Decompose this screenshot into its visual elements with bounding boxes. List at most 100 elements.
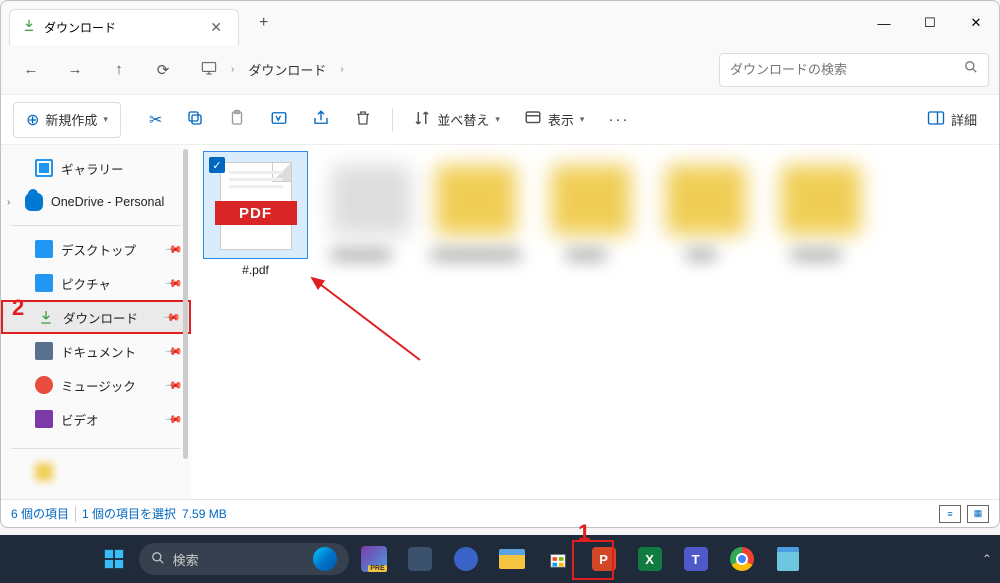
minimize-button[interactable]: — (861, 7, 907, 39)
sidebar-item-downloads[interactable]: ダウンロード 📌 (1, 300, 191, 334)
titlebar: ダウンロード ✕ + — ☐ ✕ (1, 1, 999, 45)
view-details-toggle[interactable]: ≡ (939, 505, 961, 523)
status-size: 7.59 MB (182, 507, 227, 521)
sidebar-item-onedrive[interactable]: › OneDrive - Personal (1, 185, 191, 219)
pin-icon: 📌 (165, 240, 184, 259)
annotation-number-1: 1 (578, 520, 590, 546)
plus-icon: ⊕ (26, 110, 39, 130)
chevron-down-icon: ▾ (580, 114, 585, 125)
new-label: 新規作成 (45, 110, 97, 129)
taskbar-app-2[interactable] (399, 539, 441, 579)
taskbar-notepad[interactable] (767, 539, 809, 579)
copy-button[interactable] (176, 102, 214, 138)
taskbar-chrome[interactable] (721, 539, 763, 579)
sidebar: ギャラリー › OneDrive - Personal デスクトップ 📌 ピクチ… (1, 145, 191, 499)
taskbar-store[interactable] (537, 539, 579, 579)
tab-title: ダウンロード (44, 19, 198, 36)
sidebar-item-label: ミュージック (61, 376, 136, 395)
documents-icon (35, 342, 53, 360)
music-icon (35, 376, 53, 394)
sidebar-item-video[interactable]: ビデオ 📌 (1, 402, 191, 436)
annotation-arrow (300, 270, 430, 370)
more-button[interactable]: ··· (598, 102, 639, 138)
details-pane-button[interactable]: 詳細 (917, 102, 987, 138)
pin-icon: 📌 (165, 342, 184, 361)
toolbar: ⊕ 新規作成 ▾ ✂ 並べ替え ▾ 表示 ▾ ··· 詳細 (1, 95, 999, 145)
start-button[interactable] (93, 539, 135, 579)
taskbar-excel[interactable]: X (629, 539, 671, 579)
up-button[interactable]: ↑ (99, 54, 139, 86)
download-icon (22, 18, 36, 37)
maximize-button[interactable]: ☐ (907, 7, 953, 39)
desktop-icon (35, 240, 53, 258)
tab-close-button[interactable]: ✕ (206, 15, 226, 40)
cloud-icon (25, 193, 43, 211)
file-checkbox[interactable]: ✓ (209, 157, 225, 173)
taskbar-teams[interactable]: T (675, 539, 717, 579)
paste-button[interactable] (218, 102, 256, 138)
search-icon (151, 551, 165, 568)
taskbar-search[interactable]: 検索 (139, 543, 349, 575)
sidebar-item-desktop[interactable]: デスクトップ 📌 (1, 232, 191, 266)
pin-icon: 📌 (163, 308, 182, 327)
refresh-button[interactable]: ⟳ (143, 54, 183, 86)
view-thumbs-toggle[interactable]: ▦ (967, 505, 989, 523)
gallery-icon (35, 159, 53, 177)
search-icon (964, 60, 978, 79)
sort-label: 並べ替え (437, 110, 489, 129)
sidebar-item-pictures[interactable]: ピクチャ 📌 (1, 266, 191, 300)
taskbar-search-placeholder: 検索 (173, 550, 199, 569)
pc-icon (201, 61, 217, 78)
sidebar-scrollbar[interactable] (183, 149, 188, 459)
search-input[interactable] (730, 62, 964, 77)
search-box[interactable] (719, 53, 989, 87)
breadcrumb-segment[interactable]: ダウンロード (248, 60, 326, 79)
chevron-right-icon[interactable]: › (7, 197, 10, 208)
sidebar-item-label: ギャラリー (61, 159, 124, 178)
back-button[interactable]: ← (11, 54, 51, 86)
sort-button[interactable]: 並べ替え ▾ (403, 102, 510, 138)
sidebar-item-gallery[interactable]: ギャラリー (1, 151, 191, 185)
sidebar-item-label: デスクトップ (61, 240, 136, 259)
main-area: ギャラリー › OneDrive - Personal デスクトップ 📌 ピクチ… (1, 145, 999, 499)
delete-button[interactable] (344, 102, 382, 138)
taskbar-explorer[interactable] (491, 539, 533, 579)
sort-icon (413, 109, 431, 130)
rename-button[interactable] (260, 102, 298, 138)
cut-button[interactable]: ✂ (139, 102, 172, 138)
close-button[interactable]: ✕ (953, 7, 999, 39)
share-button[interactable] (302, 102, 340, 138)
trash-icon (354, 109, 372, 130)
taskbar-app-3[interactable] (445, 539, 487, 579)
tab-downloads[interactable]: ダウンロード ✕ (9, 9, 239, 45)
pdf-badge: PDF (215, 201, 297, 225)
tray-chevron-icon[interactable]: ⌃ (982, 552, 992, 566)
rename-icon (270, 109, 288, 130)
copy-icon (186, 109, 204, 130)
sidebar-divider (11, 448, 181, 449)
sidebar-item-documents[interactable]: ドキュメント 📌 (1, 334, 191, 368)
pictures-icon (35, 274, 53, 292)
cut-icon: ✂ (149, 110, 162, 130)
pin-icon: 📌 (165, 410, 184, 429)
new-tab-button[interactable]: + (249, 8, 278, 38)
details-icon (927, 109, 945, 130)
file-name: #.pdf (203, 263, 308, 277)
sidebar-item-blurred[interactable] (1, 455, 191, 489)
address-bar[interactable]: › ダウンロード › (187, 53, 715, 87)
pin-icon: 📌 (165, 274, 184, 293)
sidebar-item-music[interactable]: ミュージック 📌 (1, 368, 191, 402)
sidebar-item-label: ビデオ (61, 410, 99, 429)
taskbar-app-1[interactable]: PRE (353, 539, 395, 579)
window-controls: — ☐ ✕ (861, 7, 999, 39)
forward-button[interactable]: → (55, 54, 95, 86)
view-button[interactable]: 表示 ▾ (514, 102, 595, 138)
sidebar-divider (11, 225, 181, 226)
download-icon (37, 308, 55, 326)
taskbar-tray[interactable]: ⌃ (982, 552, 992, 566)
file-item-pdf[interactable]: ✓ PDF #.pdf (203, 151, 308, 277)
sidebar-item-label: ピクチャ (61, 274, 111, 293)
folder-icon (35, 463, 53, 481)
copilot-icon[interactable] (313, 547, 337, 571)
new-button[interactable]: ⊕ 新規作成 ▾ (13, 102, 121, 138)
